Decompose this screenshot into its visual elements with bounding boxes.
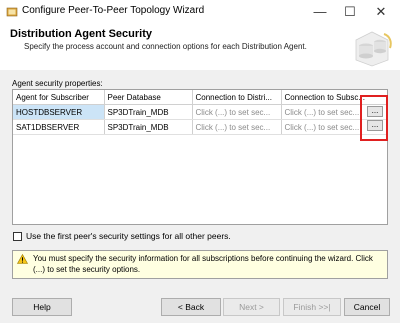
cancel-button[interactable]: Cancel: [344, 298, 390, 316]
help-button[interactable]: Help: [12, 298, 72, 316]
use-first-peer-checkbox[interactable]: [13, 232, 22, 241]
column-header-agent[interactable]: Agent for Subscriber: [13, 90, 105, 105]
conn-distributor-cell[interactable]: Click (...) to set sec...: [192, 119, 282, 135]
back-button[interactable]: < Back: [161, 298, 221, 316]
finish-button[interactable]: Finish >>|: [283, 298, 341, 316]
use-first-peer-label[interactable]: Use the first peer's security settings f…: [26, 231, 231, 241]
agent-cell[interactable]: SAT1DBSERVER: [13, 119, 105, 135]
highlight-annotation-box: [360, 95, 388, 141]
table-row[interactable]: HOSTDBSERVER SP3DTrain_MDB Click (...) t…: [13, 104, 387, 120]
conn-distributor-cell[interactable]: Click (...) to set sec...: [192, 104, 282, 120]
minimize-button[interactable]: —: [305, 0, 335, 24]
grid-label: Agent security properties:: [12, 79, 103, 88]
database-wizard-graphic: [355, 31, 392, 67]
peer-db-cell[interactable]: SP3DTrain_MDB: [104, 104, 193, 120]
agent-security-grid: Agent for Subscriber Peer Database Conne…: [12, 89, 388, 225]
close-button[interactable]: ✕: [366, 0, 396, 24]
column-header-conn-distributor[interactable]: Connection to Distri...: [192, 90, 282, 105]
warning-icon: [17, 254, 28, 264]
next-button[interactable]: Next >: [223, 298, 280, 316]
table-row[interactable]: SAT1DBSERVER SP3DTrain_MDB Click (...) t…: [13, 119, 387, 135]
column-header-peer-db[interactable]: Peer Database: [104, 90, 193, 105]
peer-db-cell[interactable]: SP3DTrain_MDB: [104, 119, 193, 135]
window-title: Configure Peer-To-Peer Topology Wizard: [22, 5, 205, 16]
warning-message: You must specify the security informatio…: [33, 254, 373, 274]
grid-header-row: Agent for Subscriber Peer Database Conne…: [13, 90, 387, 105]
agent-cell[interactable]: HOSTDBSERVER: [13, 104, 105, 120]
maximize-button[interactable]: ☐: [335, 0, 365, 24]
wizard-app-icon: [6, 7, 18, 17]
page-subtitle: Specify the process account and connecti…: [24, 42, 307, 51]
page-title: Distribution Agent Security: [10, 28, 152, 40]
